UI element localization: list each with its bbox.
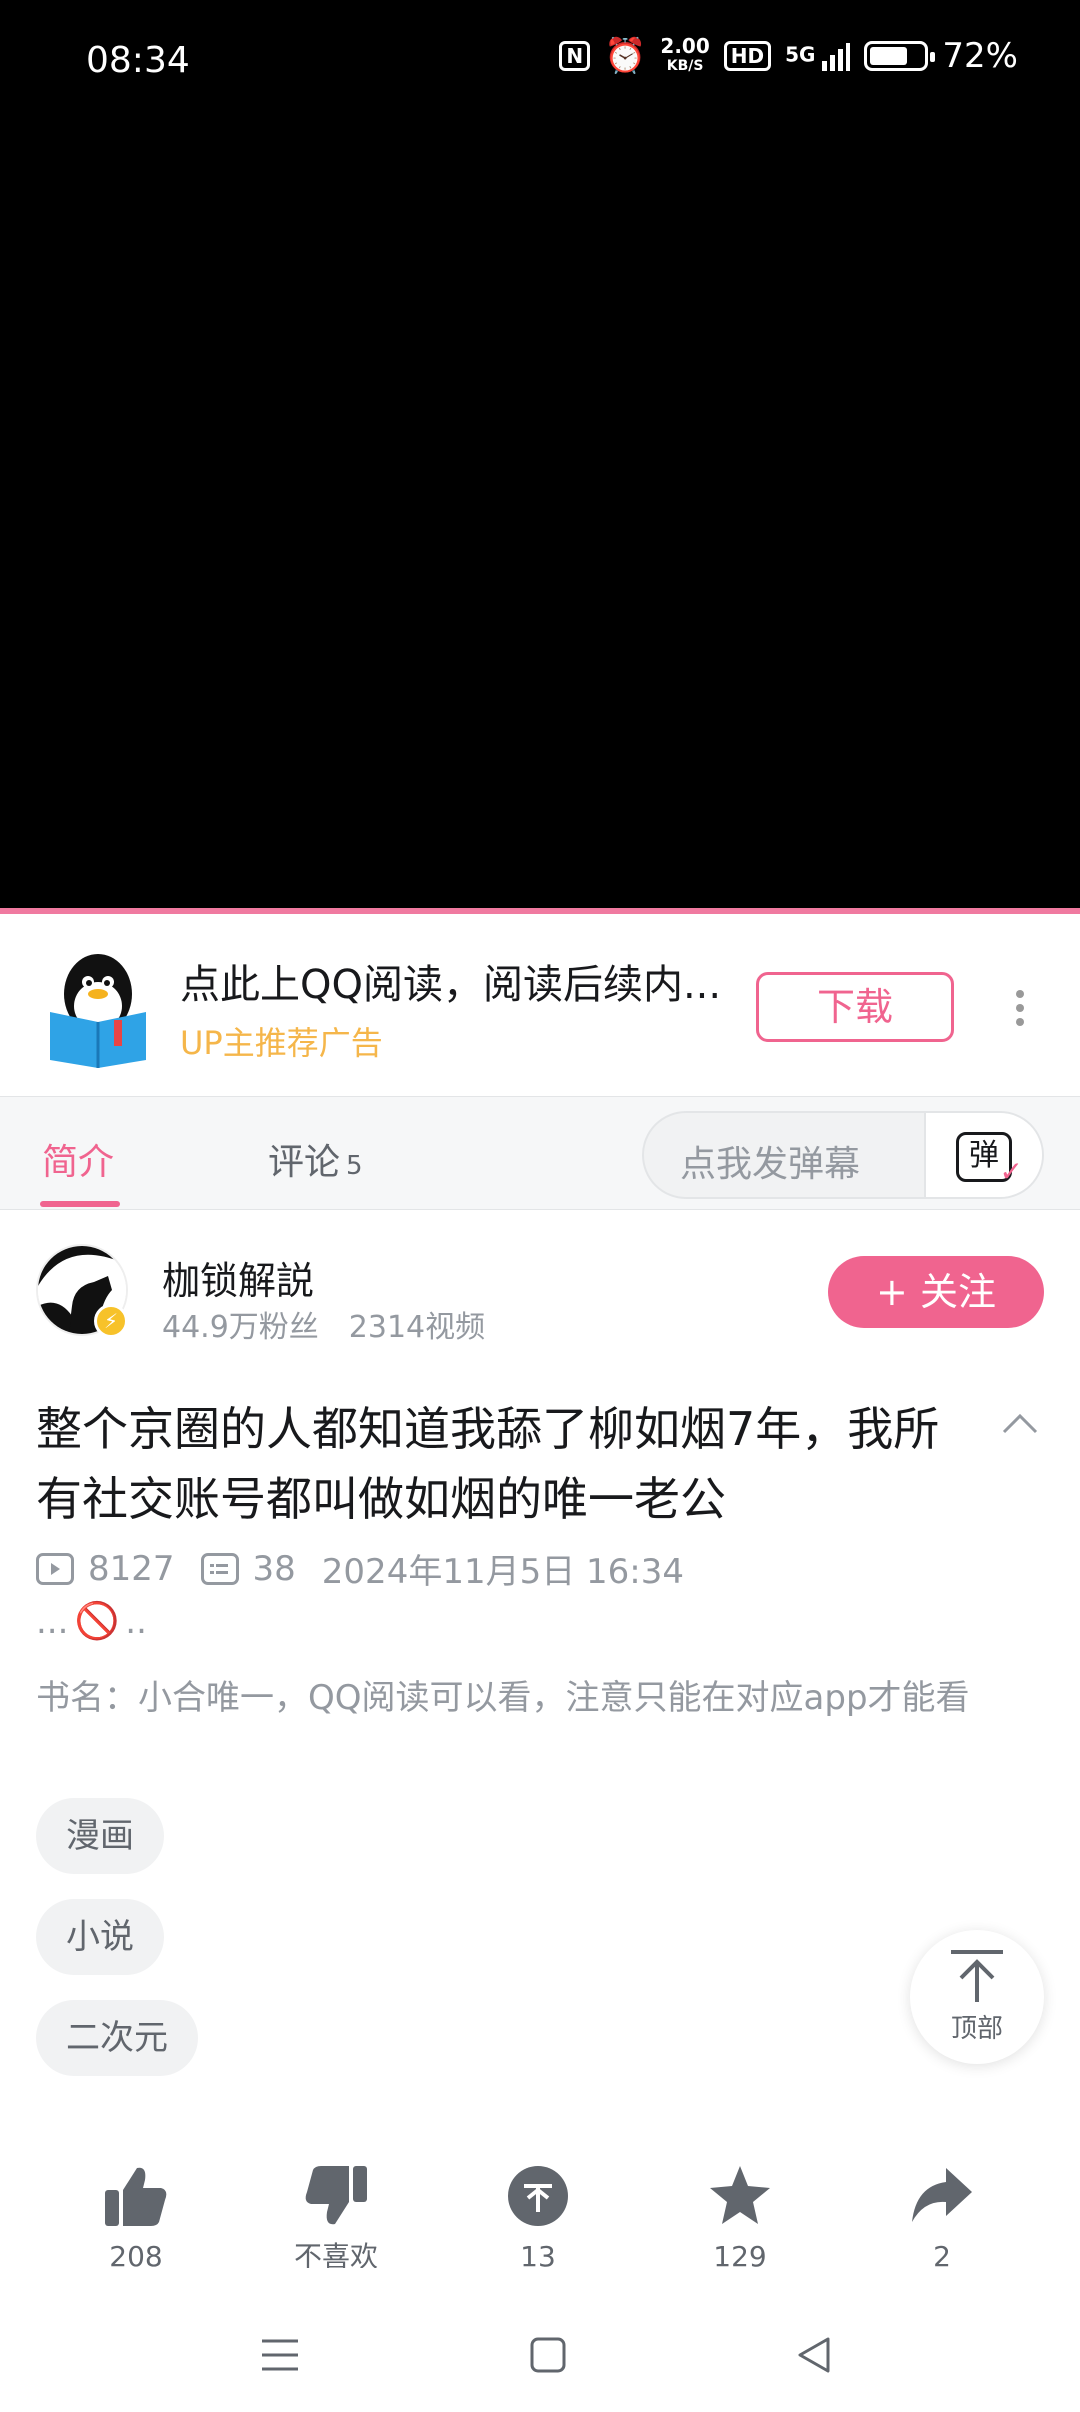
uploader-name[interactable]: 枷锁解説 bbox=[162, 1250, 314, 1305]
video-description: 书名：小合唯一，QQ阅读可以看，注意只能在对应app才能看 bbox=[36, 1678, 970, 1718]
lightning-badge-icon: ⚡ bbox=[94, 1304, 128, 1338]
nfc-icon: N bbox=[559, 41, 591, 71]
thumbs-down-icon bbox=[305, 2166, 367, 2225]
favorite-button[interactable]: 129 bbox=[660, 2160, 820, 2268]
play-count: 8127 bbox=[88, 1548, 175, 1589]
star-icon bbox=[710, 2166, 770, 2224]
signal-icon: 5G bbox=[785, 41, 851, 71]
tab-intro[interactable]: 简介 bbox=[42, 1133, 114, 1185]
fans-count: 44.9万粉丝 bbox=[162, 1310, 319, 1345]
uploader-stats: 44.9万粉丝 2314视频 bbox=[162, 1302, 485, 1346]
favorite-count: 129 bbox=[713, 2240, 767, 2268]
follow-button[interactable]: + 关注 bbox=[828, 1256, 1044, 1328]
dislike-button[interactable]: 不喜欢 bbox=[256, 2160, 416, 2268]
alarm-icon: ⏰ bbox=[604, 36, 647, 76]
back-nav-icon[interactable] bbox=[784, 2330, 844, 2380]
action-bar: 208 不喜欢 13 129 2 bbox=[0, 2160, 1080, 2270]
ad-banner[interactable]: 点此上QQ阅读，阅读后续内... UP主推荐广告 下载 bbox=[0, 914, 1080, 1096]
video-player[interactable] bbox=[0, 0, 1080, 912]
ad-label: UP主推荐广告 bbox=[180, 1024, 383, 1062]
thumbs-up-icon bbox=[105, 2167, 167, 2226]
danmaku-icon: 弹 bbox=[956, 1132, 1023, 1193]
home-nav-icon[interactable] bbox=[518, 2330, 578, 2380]
back-to-top-label: 顶部 bbox=[950, 2014, 1003, 2044]
tag-chip[interactable]: 二次元 bbox=[36, 2000, 198, 2076]
chevron-up-icon[interactable] bbox=[1000, 1404, 1040, 1444]
status-time: 08:34 bbox=[86, 40, 190, 81]
tab-comments[interactable]: 评论 5 bbox=[268, 1133, 363, 1185]
danmaku-input[interactable]: 点我发弹幕 bbox=[680, 1135, 860, 1187]
status-icons: N ⏰ 2.00 KB/S HD 5G 72% bbox=[559, 36, 1018, 76]
no-reprint-icon: 🚫 bbox=[74, 1601, 120, 1642]
battery-icon bbox=[864, 41, 936, 71]
coin-count: 13 bbox=[520, 2240, 556, 2268]
like-button[interactable]: 208 bbox=[56, 2160, 216, 2268]
share-icon bbox=[912, 2168, 972, 2222]
danmaku-toggle-button[interactable]: 弹 bbox=[924, 1113, 1042, 1197]
share-button[interactable]: 2 bbox=[862, 2160, 1022, 2268]
comments-count: 5 bbox=[346, 1151, 363, 1181]
danmaku-count: 38 bbox=[252, 1548, 296, 1589]
video-meta: 8127 38 2024年11月5日 16:34 bbox=[36, 1544, 710, 1593]
play-count-icon bbox=[36, 1552, 74, 1585]
video-title: 整个京圈的人都知道我舔了柳如烟7年，我所有社交账号都叫做如烟的唯一老公 bbox=[36, 1402, 940, 1526]
battery-percent: 72% bbox=[942, 36, 1018, 76]
status-bar: 08:34 N ⏰ 2.00 KB/S HD 5G 72% bbox=[0, 0, 1080, 120]
hd-icon: HD bbox=[723, 41, 772, 71]
video-count: 2314视频 bbox=[348, 1310, 486, 1345]
menu-nav-icon[interactable] bbox=[250, 2330, 310, 2380]
tag-chip[interactable]: 小说 bbox=[36, 1899, 164, 1975]
system-nav-bar bbox=[0, 2300, 1080, 2412]
download-button[interactable]: 下载 bbox=[756, 972, 954, 1042]
publish-date: 2024年11月5日 16:34 bbox=[321, 1552, 685, 1592]
tag-chip[interactable]: 漫画 bbox=[36, 1798, 164, 1874]
copyright-line: ... 🚫.. bbox=[36, 1601, 147, 1642]
danmaku-bar: 点我发弹幕 弹 bbox=[642, 1111, 1044, 1199]
tab-bar: 简介 评论 5 点我发弹幕 弹 bbox=[0, 1096, 1080, 1210]
share-count: 2 bbox=[933, 2240, 951, 2268]
back-to-top-button[interactable]: 顶部 bbox=[910, 1930, 1044, 2064]
tab-underline bbox=[40, 1201, 120, 1207]
qq-reader-logo-icon bbox=[50, 954, 146, 1068]
like-count: 208 bbox=[109, 2240, 163, 2268]
coin-icon bbox=[508, 2166, 568, 2226]
network-speed: 2.00 KB/S bbox=[660, 34, 710, 74]
more-options-icon[interactable] bbox=[1000, 984, 1040, 1034]
dislike-label: 不喜欢 bbox=[293, 2240, 378, 2268]
coin-button[interactable]: 13 bbox=[458, 2160, 618, 2268]
arrow-up-icon bbox=[951, 1950, 1003, 2002]
danmaku-count-icon bbox=[200, 1552, 239, 1585]
ad-title[interactable]: 点此上QQ阅读，阅读后续内... bbox=[180, 952, 740, 1010]
